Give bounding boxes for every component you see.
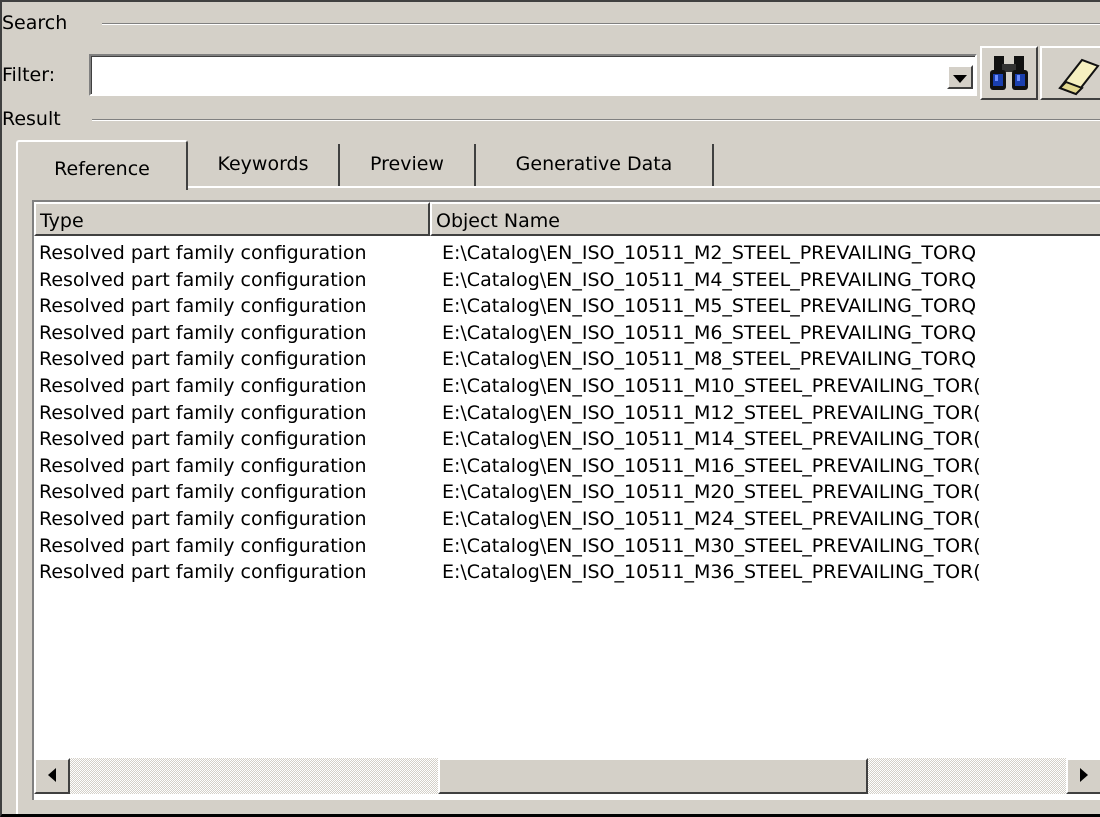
tab-generative-data[interactable]: Generative Data: [476, 144, 714, 186]
cell-object-name: E:\Catalog\EN_ISO_10511_M8_STEEL_PREVAIL…: [442, 348, 977, 371]
cell-type: Resolved part family configuration: [39, 374, 367, 397]
result-tabs: Reference Keywords Preview Generative Da…: [16, 140, 1016, 190]
column-header-object-name[interactable]: Object Name: [430, 202, 1100, 236]
cell-type: Resolved part family configuration: [39, 534, 367, 557]
filter-label: Filter:: [2, 64, 56, 86]
catalog-search-panel: Search Filter: Result Reference Keywords…: [0, 0, 1100, 817]
cell-object-name: E:\Catalog\EN_ISO_10511_M30_STEEL_PREVAI…: [442, 534, 981, 557]
cell-type: Resolved part family configuration: [39, 321, 367, 344]
tab-preview[interactable]: Preview: [340, 144, 476, 186]
cell-object-name: E:\Catalog\EN_ISO_10511_M24_STEEL_PREVAI…: [442, 507, 981, 530]
triangle-right-icon: [1080, 767, 1088, 786]
cell-object-name: E:\Catalog\EN_ISO_10511_M14_STEEL_PREVAI…: [442, 428, 981, 451]
cell-object-name: E:\Catalog\EN_ISO_10511_M10_STEEL_PREVAI…: [442, 374, 981, 397]
cell-type: Resolved part family configuration: [39, 481, 367, 504]
result-list[interactable]: Type Object Name Resolved part family co…: [32, 200, 1100, 800]
cell-type: Resolved part family configuration: [39, 348, 367, 371]
scroll-right-button[interactable]: [1066, 758, 1100, 794]
scroll-left-button[interactable]: [34, 758, 70, 794]
cell-object-name: E:\Catalog\EN_ISO_10511_M12_STEEL_PREVAI…: [442, 401, 981, 424]
cell-object-name: E:\Catalog\EN_ISO_10511_M6_STEEL_PREVAIL…: [442, 321, 977, 344]
filter-combobox[interactable]: [89, 54, 977, 96]
search-group-label: Search: [2, 12, 76, 34]
cell-type: Resolved part family configuration: [39, 561, 367, 584]
triangle-down-icon: [953, 68, 967, 87]
column-header-type[interactable]: Type: [34, 202, 430, 236]
cell-object-name: E:\Catalog\EN_ISO_10511_M5_STEEL_PREVAIL…: [442, 295, 977, 318]
cell-type: Resolved part family configuration: [39, 268, 367, 291]
clear-button[interactable]: [1040, 46, 1100, 100]
cell-type: Resolved part family configuration: [39, 507, 367, 530]
horizontal-scrollbar[interactable]: [34, 758, 1100, 794]
cell-type: Resolved part family configuration: [39, 295, 367, 318]
cell-type: Resolved part family configuration: [39, 401, 367, 424]
cell-object-name: E:\Catalog\EN_ISO_10511_M20_STEEL_PREVAI…: [442, 481, 981, 504]
binoculars-icon: [982, 56, 1036, 102]
triangle-left-icon: [48, 767, 56, 786]
cell-type: Resolved part family configuration: [39, 428, 367, 451]
filter-input[interactable]: [91, 56, 975, 94]
cell-object-name: E:\Catalog\EN_ISO_10511_M4_STEEL_PREVAIL…: [442, 268, 977, 291]
filter-dropdown-button[interactable]: [947, 65, 973, 89]
eraser-icon: [1042, 58, 1100, 102]
result-group-label: Result: [2, 108, 69, 130]
search-button[interactable]: [980, 46, 1038, 100]
tab-keywords[interactable]: Keywords: [188, 144, 340, 186]
cell-type: Resolved part family configuration: [39, 454, 367, 477]
search-group-divider: [102, 23, 1100, 25]
cell-type: Resolved part family configuration: [39, 242, 367, 264]
tab-reference[interactable]: Reference: [16, 140, 188, 190]
cell-object-name: E:\Catalog\EN_ISO_10511_M16_STEEL_PREVAI…: [442, 454, 981, 477]
scroll-thumb[interactable]: [438, 758, 868, 794]
cell-object-name: E:\Catalog\EN_ISO_10511_M2_STEEL_PREVAIL…: [442, 242, 977, 264]
result-group-divider: [92, 119, 1100, 121]
cell-object-name: E:\Catalog\EN_ISO_10511_M36_STEEL_PREVAI…: [442, 561, 981, 584]
list-header: Type Object Name: [34, 202, 1100, 236]
